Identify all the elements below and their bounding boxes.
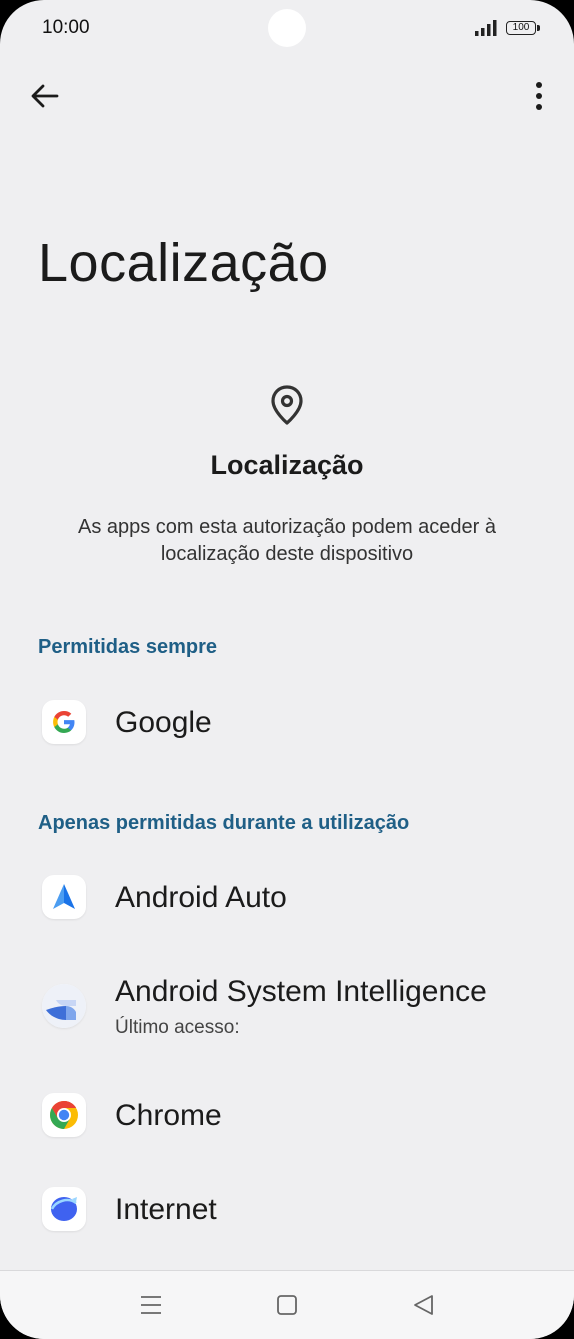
internet-icon xyxy=(42,1187,86,1231)
signal-icon xyxy=(475,20,497,36)
more-options-button[interactable] xyxy=(522,79,556,113)
app-row-android-system-intelligence[interactable]: Android System Intelligence Último acess… xyxy=(0,962,574,1052)
location-pin-icon xyxy=(271,385,303,425)
category-always-allowed: Permitidas sempre xyxy=(38,636,217,658)
front-camera xyxy=(268,9,306,47)
permission-description: As apps com esta autorização podem acede… xyxy=(77,516,497,565)
battery-icon: 100 xyxy=(506,21,536,35)
google-icon xyxy=(42,700,86,744)
screen: 10:00 100 Localização Localização As app… xyxy=(0,0,574,1339)
navigation-bar xyxy=(0,1270,574,1339)
app-row-chrome[interactable]: Chrome xyxy=(0,1084,574,1150)
android-system-intelligence-icon xyxy=(42,984,86,1028)
chrome-icon xyxy=(42,1093,86,1137)
battery-level: 100 xyxy=(512,22,530,33)
battery-tip xyxy=(537,25,540,31)
app-label: Chrome xyxy=(115,1099,222,1132)
recents-button[interactable] xyxy=(138,1293,164,1317)
app-label: Android System Intelligence xyxy=(115,975,487,1008)
app-last-access: Último acesso: xyxy=(115,1017,240,1038)
status-bar: 10:00 100 xyxy=(0,0,574,60)
app-label: Android Auto xyxy=(115,881,287,914)
back-button[interactable] xyxy=(28,79,62,113)
app-row-android-auto[interactable]: Android Auto xyxy=(0,866,574,932)
app-label: Google xyxy=(115,706,212,739)
android-auto-icon xyxy=(42,875,86,919)
menu-lines-icon xyxy=(141,1296,161,1314)
category-while-in-use: Apenas permitidas durante a utilização xyxy=(38,812,410,834)
nav-back-button[interactable] xyxy=(410,1293,436,1317)
triangle-back-icon xyxy=(414,1295,433,1315)
page-title: Localização xyxy=(38,233,329,293)
app-label: Internet xyxy=(115,1193,217,1226)
app-row-internet[interactable]: Internet xyxy=(0,1178,574,1244)
arrow-left-icon xyxy=(31,84,59,108)
app-row-google[interactable]: Google xyxy=(0,690,574,756)
status-time: 10:00 xyxy=(42,17,90,38)
square-home-icon xyxy=(277,1295,297,1315)
more-vert-icon xyxy=(536,82,542,110)
home-button[interactable] xyxy=(274,1293,300,1317)
permission-title: Localização xyxy=(210,450,364,480)
